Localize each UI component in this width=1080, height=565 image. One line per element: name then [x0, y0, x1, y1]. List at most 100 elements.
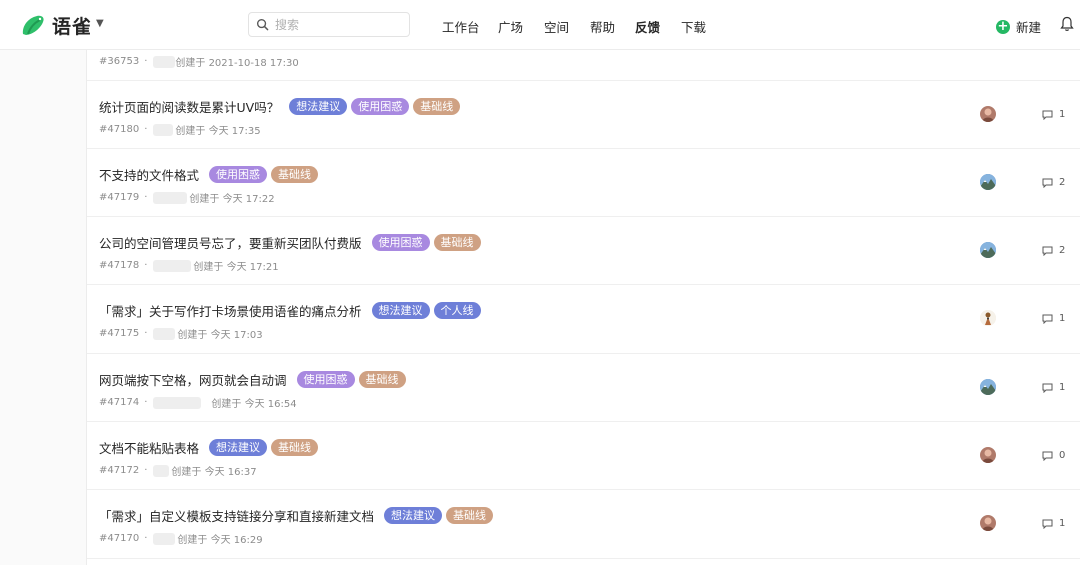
issue-title[interactable]: 「需求」自定义模板支持链接分享和直接新建文档 — [99, 506, 374, 525]
issue-title[interactable]: 「需求」关于写作打卡场景使用语雀的痛点分析 — [99, 301, 362, 320]
avatar[interactable] — [980, 106, 996, 122]
comment-count[interactable]: 2 — [1042, 245, 1065, 256]
plus-icon: + — [996, 18, 1010, 34]
created-time: 创建于 2021-10-18 17:30 — [175, 58, 299, 69]
avatar[interactable] — [980, 515, 996, 531]
author-name — [153, 259, 192, 272]
issue-title[interactable]: 不支持的文件格式 — [99, 165, 199, 184]
issue-title[interactable]: 网页端按下空格，网页就会自动调 — [99, 370, 287, 389]
created-time: 创建于 今天 16:29 — [177, 535, 263, 546]
list-item[interactable]: 文档不能粘贴表格 想法建议 基础线 #47172 · 创建于 今天 16:37 0 — [87, 422, 1080, 490]
issue-id: #47178 — [99, 260, 140, 271]
tag-base[interactable]: 基础线 — [433, 234, 481, 251]
issue-id: #47179 — [99, 192, 140, 203]
avatar[interactable] — [980, 447, 996, 463]
nav-spaces[interactable]: 空间 — [544, 17, 569, 36]
issue-title[interactable]: 公司的空间管理员号忘了，要重新买团队付费版 — [99, 233, 362, 252]
issue-id: #47175 — [99, 328, 140, 339]
list-item[interactable]: 「需求」关于写作打卡场景使用语雀的痛点分析 想法建议 个人线 #47175 · 创… — [87, 285, 1080, 354]
tag-confuse[interactable]: 使用困惑 — [296, 371, 355, 388]
list-item[interactable]: 不支持的文件格式 使用困惑 基础线 #47179 · 创建于 今天 17:22 2 — [87, 149, 1080, 217]
issue-id: #47174 — [99, 397, 140, 408]
issue-meta: #47170 · 创建于 今天 16:29 — [99, 532, 263, 546]
comment-count[interactable]: 0 — [1042, 450, 1065, 461]
tag-confuse[interactable]: 使用困惑 — [371, 234, 430, 251]
issue-meta: #47175 · 创建于 今天 17:03 — [99, 327, 263, 341]
list-item[interactable]: 公司的空间管理员号忘了，要重新买团队付费版 使用困惑 基础线 #47178 · 创… — [87, 217, 1080, 285]
list-item[interactable]: #36753 · 创建于 2021-10-18 17:30 — [87, 50, 1080, 81]
created-time: 创建于 今天 16:54 — [211, 399, 297, 410]
tag-base[interactable]: 基础线 — [413, 98, 461, 115]
author-name — [153, 123, 174, 136]
author-name — [153, 191, 188, 204]
comment-icon — [1042, 314, 1053, 324]
tag-confuse[interactable]: 使用困惑 — [351, 98, 410, 115]
bell-icon[interactable] — [1060, 16, 1074, 32]
comment-count[interactable]: 2 — [1042, 177, 1065, 188]
author-name — [153, 55, 176, 68]
tag-idea[interactable]: 想法建议 — [384, 507, 443, 524]
issue-list: #36753 · 创建于 2021-10-18 17:30 统计页面的阅读数是累… — [86, 50, 1080, 565]
created-time: 创建于 今天 16:37 — [171, 467, 257, 478]
search-icon — [256, 18, 269, 31]
avatar[interactable] — [980, 174, 996, 190]
comment-icon — [1042, 110, 1053, 120]
comment-count[interactable]: 1 — [1042, 382, 1065, 393]
tag-base[interactable]: 基础线 — [271, 166, 319, 183]
issue-id: #47170 — [99, 533, 140, 544]
comment-icon — [1042, 178, 1053, 188]
comment-icon — [1042, 246, 1053, 256]
comment-icon — [1042, 451, 1053, 461]
search-input[interactable] — [273, 16, 397, 33]
issue-meta: #47179 · 创建于 今天 17:22 — [99, 191, 275, 205]
tag-idea[interactable]: 想法建议 — [371, 302, 430, 319]
issue-id: #47172 — [99, 465, 140, 476]
issue-meta: #47178 · 创建于 今天 17:21 — [99, 259, 279, 273]
nav-workbench[interactable]: 工作台 — [442, 17, 480, 36]
issue-meta: #47174 · 创建于 今天 16:54 — [99, 396, 297, 410]
list-item[interactable]: 网页端按下空格，网页就会自动调 使用困惑 基础线 #47174 · 创建于 今天 … — [87, 354, 1080, 422]
tag-base[interactable]: 基础线 — [271, 439, 319, 456]
list-item[interactable]: 统计页面的阅读数是累计UV吗？ 想法建议 使用困惑 基础线 #47180 · 创建… — [87, 81, 1080, 149]
nav-feedback[interactable]: 反馈 — [635, 17, 660, 36]
avatar[interactable] — [980, 379, 996, 395]
avatar[interactable] — [980, 242, 996, 258]
created-time: 创建于 今天 17:03 — [177, 330, 263, 341]
tag-base[interactable]: 基础线 — [358, 371, 406, 388]
author-name — [153, 532, 176, 545]
created-time: 创建于 今天 17:21 — [193, 262, 279, 273]
nav-explore[interactable]: 广场 — [498, 17, 523, 36]
author-name — [153, 327, 176, 340]
issue-title[interactable]: 文档不能粘贴表格 — [99, 438, 199, 457]
issue-meta: #36753 · 创建于 2021-10-18 17:30 — [99, 55, 299, 69]
nav-help[interactable]: 帮助 — [590, 17, 615, 36]
tag-personal[interactable]: 个人线 — [433, 302, 481, 319]
new-button[interactable]: + 新建 — [996, 17, 1041, 36]
issue-meta: #47180 · 创建于 今天 17:35 — [99, 123, 261, 137]
comment-count[interactable]: 1 — [1042, 109, 1065, 120]
comment-count[interactable]: 1 — [1042, 518, 1065, 529]
comment-count[interactable]: 1 — [1042, 313, 1065, 324]
issue-title[interactable]: 统计页面的阅读数是累计UV吗？ — [99, 97, 279, 116]
logo[interactable]: 语雀 — [20, 12, 92, 39]
new-label: 新建 — [1016, 20, 1042, 35]
search-box[interactable] — [248, 12, 410, 37]
tag-idea[interactable]: 想法建议 — [289, 98, 348, 115]
issue-meta: #47172 · 创建于 今天 16:37 — [99, 464, 257, 478]
tag-confuse[interactable]: 使用困惑 — [209, 166, 268, 183]
avatar[interactable] — [980, 310, 996, 326]
author-name — [153, 464, 170, 477]
tag-base[interactable]: 基础线 — [446, 507, 494, 524]
created-time: 创建于 今天 17:22 — [189, 194, 275, 205]
created-time: 创建于 今天 17:35 — [175, 126, 261, 137]
tag-idea[interactable]: 想法建议 — [209, 439, 268, 456]
comment-icon — [1042, 519, 1053, 529]
app-name: 语雀 — [52, 16, 93, 38]
comment-icon — [1042, 383, 1053, 393]
nav-download[interactable]: 下载 — [681, 17, 706, 36]
issue-id: #36753 — [99, 56, 140, 67]
chevron-down-icon[interactable]: ▼ — [96, 18, 104, 29]
list-item[interactable]: 「需求」自定义模板支持链接分享和直接新建文档 想法建议 基础线 #47170 · … — [87, 490, 1080, 559]
bird-logo-icon — [22, 15, 44, 35]
top-bar: 语雀 ▼ 工作台 广场 空间 帮助 反馈 下载 + 新建 — [0, 0, 1080, 50]
